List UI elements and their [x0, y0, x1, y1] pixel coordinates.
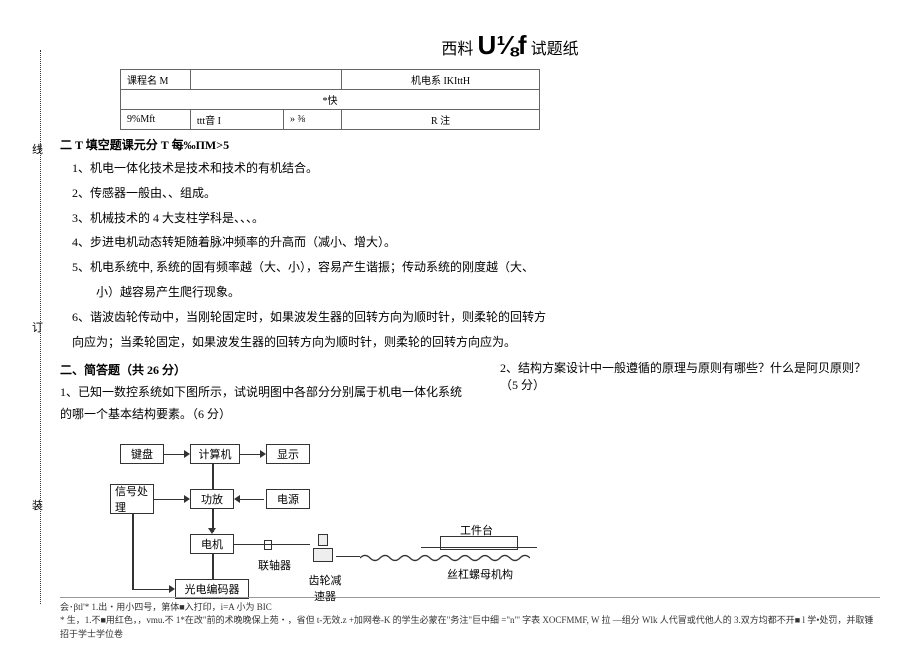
arrow	[236, 499, 264, 501]
screw-icon	[360, 552, 530, 558]
line	[336, 556, 360, 558]
fb-2: 2、传感器一般由、、组成。	[72, 182, 880, 205]
footnote-line1: 会･βtl'* 1.出・用小四号，第体■入打印，i=A 小为 BIC	[60, 601, 880, 615]
title-suffix: 试题纸	[531, 41, 579, 58]
cell-r3-3: » ⅜	[283, 110, 341, 130]
info-table: 课程名 M 机电系 IKIttH *快 9%Mft ttt音 I » ⅜ R 注	[120, 69, 540, 130]
arrow	[240, 454, 264, 456]
page-title: 西料 U⅛f 试题纸	[140, 30, 880, 61]
cell-r3-2: ttt音 I	[190, 110, 283, 130]
fb-4: 4、步进电机动态转矩随着脉冲频率的升高而（减小、增大）。	[72, 231, 880, 254]
fb-3: 3、机械技术的 4 大支柱学科是、、、。	[72, 207, 880, 230]
fb-5: 5、机电系统中, 系统的固有频率越（大、小），容易产生谐振；传动系统的刚度越（大…	[72, 256, 880, 279]
fb-6: 6、谐波齿轮传动中，当刚轮固定时，如果波发生器的回转方向为顺时针，则柔轮的回转方	[72, 306, 880, 329]
binding-dotted-line	[40, 50, 41, 604]
margin-label-1: 线	[32, 141, 43, 157]
margin-label-2: 订	[32, 319, 43, 335]
fb-5b: 小）越容易产生爬行现象。	[72, 281, 880, 304]
box-power: 电源	[266, 489, 310, 509]
fb-6b: 向应为；当柔轮固定，如果波发生器的回转方向为顺时针，则柔轮的回转方向应为。	[72, 331, 880, 354]
box-signal: 信号处理	[110, 484, 154, 514]
section1-title: 二 T 填空题课元分 T 每‰ΠM>5	[60, 136, 880, 153]
cell-course: 课程名 M	[121, 70, 191, 90]
cell-empty	[190, 70, 341, 90]
footnote: 会･βtl'* 1.出・用小四号，第体■入打印，i=A 小为 BIC * 生，1…	[60, 597, 880, 642]
gear-icon	[310, 534, 336, 564]
arrow	[154, 499, 188, 501]
label-screw: 丝杠螺母机构	[447, 566, 513, 582]
box-poweramp: 功放	[190, 489, 234, 509]
cell-dept: 机电系 IKIttH	[342, 70, 540, 90]
footnote-line2: * 生，1.不■用红色，，vmu.不 1*在改"前的术晚晚保上苑・，省但 t-无…	[60, 614, 880, 641]
fill-blank-content: 1、机电一体化技术是技术和技术的有机结合。 2、传感器一般由、、组成。 3、机械…	[72, 157, 880, 353]
line	[132, 514, 134, 589]
fb-1: 1、机电一体化技术是技术和技术的有机结合。	[72, 157, 880, 180]
box-computer: 计算机	[190, 444, 240, 464]
cell-r3-1: 9%Mft	[121, 110, 191, 130]
title-prefix: 西料	[441, 41, 473, 58]
box-keyboard: 键盘	[120, 444, 164, 464]
q2-text: 2、结构方案设计中一般遵循的原理与原则有哪些？什么是阿贝原则？（5 分）	[500, 359, 880, 393]
worktable-icon	[440, 536, 518, 550]
section2-title: 二、简答题（共 26 分）	[60, 361, 470, 378]
cell-r3-4: R 注	[342, 110, 540, 130]
label-coupling: 联轴器	[258, 557, 291, 573]
arrow	[212, 509, 214, 532]
box-display: 显示	[266, 444, 310, 464]
line	[234, 544, 310, 546]
line	[212, 554, 214, 579]
margin-label-3: 装	[32, 497, 43, 513]
arrow	[164, 454, 188, 456]
q1-text: 1、已知一数控系统如下图所示，试说明图中各部分分别属于机电一体化系统的哪一个基本…	[60, 382, 470, 425]
line	[212, 464, 214, 489]
title-big: U⅛f	[477, 30, 526, 60]
cell-row2: *快	[121, 90, 540, 110]
arrow	[132, 589, 173, 591]
